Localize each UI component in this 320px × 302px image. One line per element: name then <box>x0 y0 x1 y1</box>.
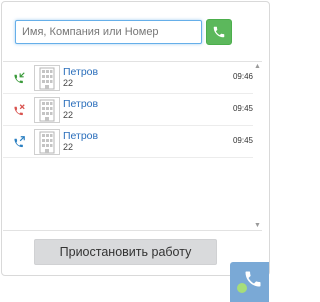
status-indicator <box>237 283 247 293</box>
search-input[interactable] <box>15 20 202 44</box>
call-history-list[interactable]: Петров 22 09:46 Петров 22 09:45 Петров 2… <box>3 61 262 231</box>
call-time: 09:46 <box>232 72 253 81</box>
scrollbar[interactable]: ▲ ▼ <box>253 62 262 230</box>
call-time: 09:45 <box>232 104 253 113</box>
pause-work-button[interactable]: Приостановить работу <box>34 239 217 265</box>
phone-widget-button[interactable] <box>230 262 269 302</box>
outgoing-call-icon <box>14 136 25 148</box>
scroll-up-arrow-icon[interactable]: ▲ <box>254 63 261 70</box>
contact-name[interactable]: Петров <box>63 66 98 78</box>
search-row <box>15 19 255 47</box>
phone-icon <box>213 26 225 38</box>
building-icon <box>34 97 60 123</box>
contact-extension: 22 <box>63 110 74 120</box>
contact-extension: 22 <box>63 142 74 152</box>
missed-call-icon <box>14 104 25 116</box>
scroll-down-arrow-icon[interactable]: ▼ <box>254 222 261 229</box>
contact-extension: 22 <box>63 78 74 88</box>
call-row[interactable]: Петров 22 09:45 <box>3 126 253 158</box>
contact-name[interactable]: Петров <box>63 98 98 110</box>
call-button[interactable] <box>206 19 232 45</box>
softphone-panel: Петров 22 09:46 <box>1 1 270 276</box>
incoming-call-icon <box>14 72 25 84</box>
contact-name[interactable]: Петров <box>63 130 98 142</box>
call-row[interactable]: Петров 22 09:45 <box>3 94 253 126</box>
call-row[interactable]: Петров 22 09:46 <box>3 62 253 94</box>
building-icon <box>34 65 60 91</box>
building-icon <box>34 129 60 155</box>
call-time: 09:45 <box>232 136 253 145</box>
